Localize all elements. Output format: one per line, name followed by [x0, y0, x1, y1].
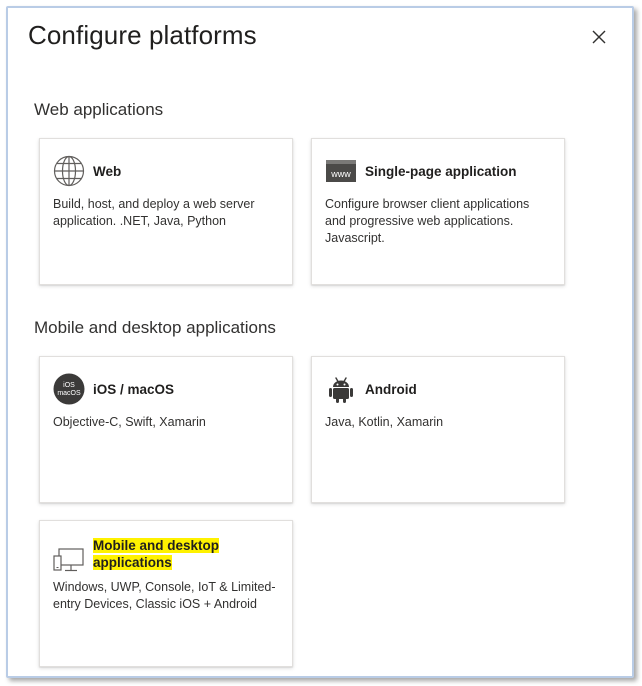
card-description-mobile-desktop-applications: Windows, UWP, Console, IoT & Limited-ent… [53, 580, 276, 611]
panel-title: Configure platforms [28, 20, 257, 50]
close-icon [592, 30, 606, 44]
close-button[interactable] [588, 26, 610, 48]
configure-platforms-panel: Configure platforms Web applications Web… [6, 6, 634, 678]
card-title-ios-macos: iOS / macOS [93, 382, 175, 397]
card-description-web: Build, host, and deploy a web server app… [53, 197, 255, 228]
www-icon-text: www [330, 169, 351, 179]
macos-icon-text: macOS [57, 390, 81, 397]
ios-macos-icon: iOS macOS [53, 373, 85, 405]
highlighted-card-title: Mobile and desktop applications [93, 538, 220, 570]
platform-card-ios-macos[interactable]: iOS macOS iOS / macOS Objective-C, Swift… [39, 356, 293, 503]
desktop-monitor-icon [53, 548, 84, 572]
platform-card-android[interactable]: Android Java, Kotlin, Xamarin [311, 356, 565, 503]
www-browser-icon: www [326, 160, 356, 182]
platform-card-single-page-application[interactable]: www Single-page application Configure br… [311, 138, 565, 285]
android-icon [329, 377, 353, 403]
ios-icon-text: iOS [63, 382, 75, 389]
card-title-single-page-application: Single-page application [365, 164, 517, 179]
card-description-ios-macos: Objective-C, Swift, Xamarin [53, 415, 206, 429]
platform-card-mobile-desktop-applications[interactable]: Mobile and desktop applications Windows,… [39, 520, 293, 667]
card-description-single-page-application: Configure browser client applications an… [325, 197, 530, 245]
section-header-mobile-desktop-applications: Mobile and desktop applications [34, 318, 276, 337]
card-description-android: Java, Kotlin, Xamarin [325, 415, 444, 429]
platform-card-web[interactable]: Web Build, host, and deploy a web server… [39, 138, 293, 285]
globe-icon [53, 155, 85, 187]
card-title-android: Android [365, 382, 417, 397]
card-title-mobile-desktop-applications: Mobile and desktop applications [93, 537, 223, 571]
card-title-web: Web [93, 164, 122, 179]
section-header-web-applications: Web applications [34, 100, 164, 119]
